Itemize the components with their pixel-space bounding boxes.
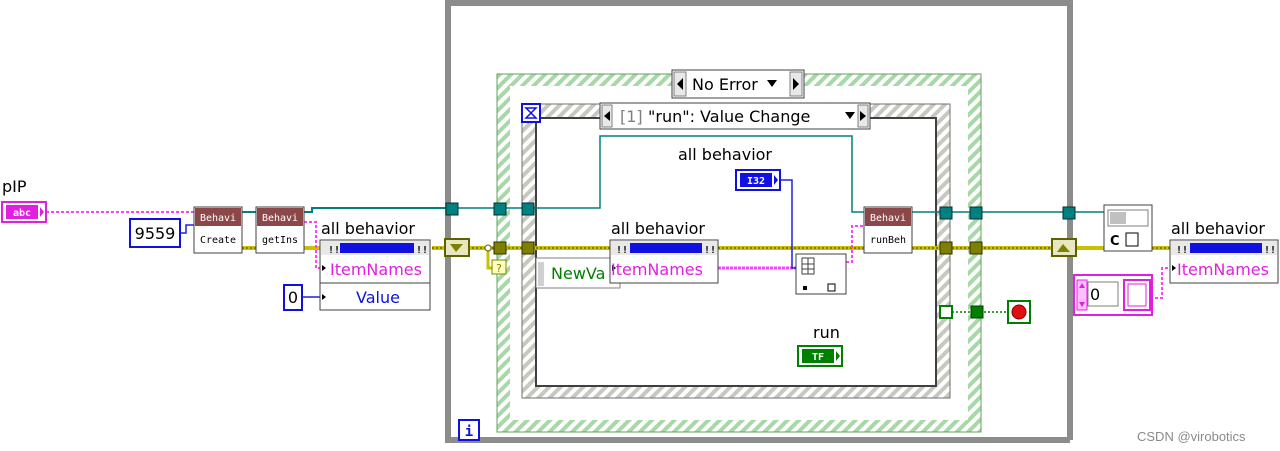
newval-terminal: NewVa — [535, 257, 621, 289]
i32-text: I32 — [747, 176, 765, 187]
close-glyph: C — [1110, 234, 1120, 249]
right-property-label: all behavior — [1171, 219, 1265, 238]
stop-icon — [1011, 304, 1027, 320]
left-property-itemnames: ItemNames — [330, 260, 422, 279]
inner-property-itemnames: ItemNames — [611, 260, 703, 279]
pip-control[interactable]: abc — [1, 201, 47, 223]
left-property-value: Value — [356, 288, 400, 307]
pip-label: pIP — [2, 177, 27, 196]
array-index-value: 0 — [1090, 285, 1100, 304]
newval-text: NewVa — [551, 264, 605, 283]
watermark: CSDN @virobotics — [1137, 429, 1246, 444]
right-property-itemnames: ItemNames — [1177, 260, 1269, 279]
event-selector-text: "run": Value Change — [648, 107, 810, 126]
i32-terminal[interactable]: I32 — [735, 169, 781, 191]
event-selector[interactable]: [1] "run": Value Change — [599, 102, 871, 130]
runbeh-node-top: Behavi — [870, 213, 906, 224]
create-node-top: Behavi — [200, 213, 236, 224]
inner-constant-label: all behavior — [678, 145, 772, 164]
index-array-node[interactable] — [795, 253, 847, 295]
svg-text:!!: !! — [328, 245, 340, 256]
inner-property-label: all behavior — [611, 219, 705, 238]
create-node[interactable]: Behavi Create — [193, 206, 243, 254]
run-terminal[interactable]: TF — [797, 345, 843, 367]
close-node[interactable]: C — [1103, 204, 1153, 252]
pip-terminal-text: abc — [13, 208, 31, 219]
document-icon — [1125, 232, 1139, 247]
svg-text:?: ? — [496, 262, 502, 275]
left-property-node[interactable]: !! !! ItemNames Value — [319, 239, 431, 311]
case-selector-text: No Error — [692, 75, 758, 94]
port-value: 9559 — [135, 224, 176, 243]
labview-block-diagram: i No Error [1] "run": Value Change ? pIP… — [1, 0, 1279, 444]
runbeh-node-bottom: runBeh — [870, 235, 906, 246]
svg-text:!!: !! — [416, 245, 428, 256]
event-index: [1] — [620, 107, 643, 126]
stop-terminal[interactable] — [1007, 300, 1031, 324]
shift-register-left — [444, 238, 470, 257]
zero-constant[interactable]: 0 — [283, 284, 303, 311]
getins-node-bottom: getIns — [262, 235, 298, 246]
svg-text:!!: !! — [616, 245, 628, 256]
getins-node[interactable]: Behavi getIns — [255, 206, 305, 254]
svg-text:!!: !! — [1264, 245, 1276, 256]
run-terminal-text: TF — [812, 352, 824, 363]
shift-register-right — [1051, 238, 1077, 257]
case-selector[interactable]: No Error — [671, 69, 805, 99]
zero-value: 0 — [288, 288, 298, 307]
svg-text:!!: !! — [1176, 245, 1188, 256]
array-indicator[interactable]: 0 — [1073, 274, 1153, 316]
getins-node-top: Behavi — [262, 213, 298, 224]
right-property-node[interactable]: !! !! ItemNames — [1169, 239, 1279, 284]
create-node-bottom: Create — [200, 235, 236, 246]
loop-iteration-terminal: i — [458, 419, 480, 441]
run-label: run — [813, 323, 840, 342]
left-property-label: all behavior — [321, 219, 415, 238]
runbeh-node[interactable]: Behavi runBeh — [863, 206, 913, 254]
event-timeout-terminal — [521, 103, 541, 123]
inner-property-node[interactable]: !! !! ItemNames — [609, 239, 719, 284]
svg-text:!!: !! — [704, 245, 716, 256]
port-constant[interactable]: 9559 — [129, 218, 181, 248]
iteration-label: i — [465, 424, 473, 440]
